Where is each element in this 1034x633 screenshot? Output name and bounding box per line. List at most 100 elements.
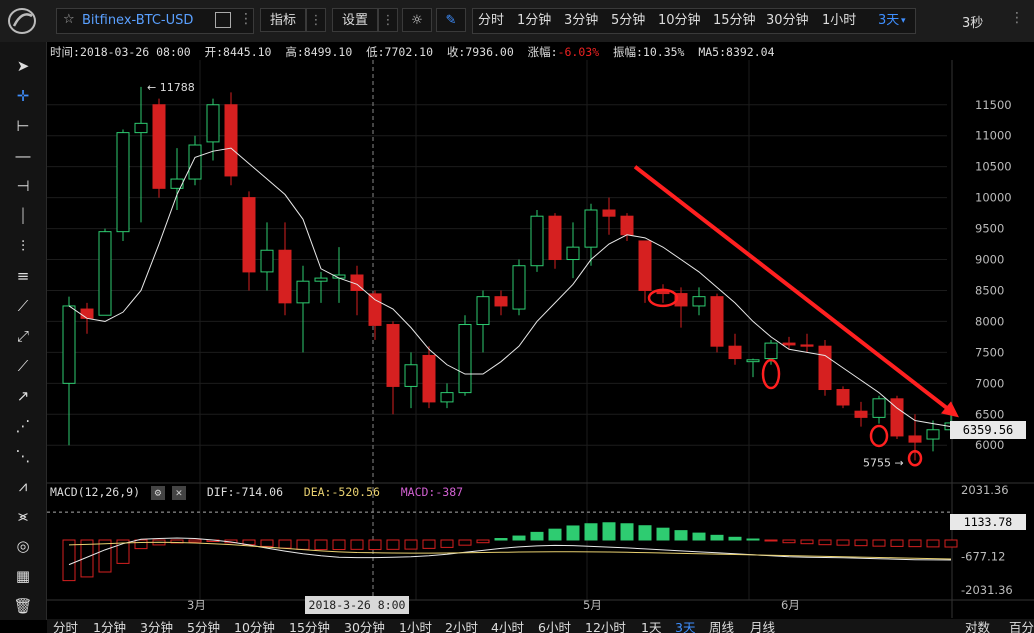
tab-period[interactable]: 分时 — [478, 9, 504, 33]
price-tick-label: 6500 — [975, 407, 1004, 421]
macd-bar — [872, 539, 886, 547]
settings-more-icon[interactable]: ⋮ — [378, 8, 398, 32]
macd-bar — [440, 539, 454, 548]
theme-sun-icon[interactable]: ☼ — [402, 8, 432, 32]
delete-trash-icon[interactable]: 🗑 — [9, 594, 37, 618]
indicator-more-icon[interactable]: ⋮ — [306, 8, 326, 32]
fib-fan-icon[interactable]: ⩘ — [9, 474, 37, 498]
pointer-icon[interactable]: ➤ — [9, 54, 37, 78]
macd-bar — [62, 539, 76, 582]
macd-name: MACD(12,26,9) — [50, 485, 141, 499]
bottom-tab[interactable]: 月线 — [750, 619, 775, 633]
bottom-tab[interactable]: 12小时 — [585, 619, 626, 633]
tab-period[interactable]: 30分钟 — [766, 9, 809, 33]
fib-spiral-icon[interactable]: ◎ — [9, 534, 37, 558]
trend-angle-icon[interactable]: ⤢ — [9, 324, 37, 348]
macd-bar — [512, 535, 526, 541]
period-dropdown-icon[interactable]: ▾ — [901, 9, 906, 33]
price-tick-label: 7000 — [975, 376, 1004, 390]
fib-retracement-icon[interactable]: ⪤ — [9, 504, 37, 528]
macd-close-icon[interactable]: ✕ — [171, 485, 186, 500]
horizontal-line-icon[interactable]: ― — [9, 144, 37, 168]
high-value: 8499.10 — [303, 45, 353, 59]
arrow-icon[interactable]: ↗ — [9, 384, 37, 408]
tab-period[interactable]: 10分钟 — [658, 9, 701, 33]
macd-bar — [188, 539, 202, 543]
tab-period-active[interactable]: 3天 — [878, 9, 899, 33]
favorite-star-icon[interactable]: ☆ — [63, 12, 75, 27]
refresh-interval[interactable]: 3秒 — [962, 12, 983, 31]
tab-period[interactable]: 3分钟 — [564, 9, 598, 33]
candle-body — [260, 249, 274, 273]
macd-bar — [620, 523, 634, 541]
gann-fan-icon[interactable]: ⋱ — [9, 444, 37, 468]
bottom-tab[interactable]: 1天 — [641, 619, 661, 633]
bottom-tab[interactable]: 周线 — [709, 619, 734, 633]
candle-body — [548, 215, 562, 261]
symbol-selector[interactable]: ☆ Bitfinex-BTC-USD ⋮ — [56, 8, 254, 34]
price-line-icon[interactable]: ⫶ — [9, 234, 37, 258]
percent-scale-toggle[interactable]: 百分比 — [1009, 619, 1034, 633]
bottom-tab[interactable]: 分时 — [53, 619, 78, 633]
parallel-channel-icon[interactable]: ≡ — [9, 264, 37, 288]
tab-period[interactable]: 5分钟 — [611, 9, 645, 33]
candle-body — [638, 240, 652, 291]
macd-bar — [800, 539, 814, 545]
macd-bar — [548, 528, 562, 541]
macd-settings-gear-icon[interactable]: ⚙ — [150, 485, 165, 500]
bottom-tab[interactable]: 6小时 — [538, 619, 571, 633]
bottom-tab[interactable]: 2小时 — [445, 619, 478, 633]
macd-bar — [476, 539, 490, 544]
macd-bar — [854, 539, 868, 547]
indicator-button[interactable]: 指标 — [260, 8, 306, 32]
bottom-tab[interactable]: 1分钟 — [93, 619, 126, 633]
bottom-tab[interactable]: 4小时 — [491, 619, 524, 633]
annotation-ellipse — [869, 424, 889, 448]
vertical-line-icon[interactable]: ⏐ — [9, 204, 37, 228]
tab-period[interactable]: 1小时 — [822, 9, 856, 33]
bottom-tab[interactable]: 10分钟 — [234, 619, 275, 633]
candle-body — [188, 144, 202, 180]
more-icon[interactable]: ⋮ — [239, 11, 253, 27]
candle-body — [440, 392, 454, 403]
open-label: 开: — [204, 45, 224, 59]
price-chart[interactable]: 11500 11000 10500 10000 9500 9000 8500 8000 7500… — [47, 60, 1034, 618]
bottom-tab-active[interactable]: 3天 — [675, 619, 695, 633]
macd-tick-label: -677.12 — [961, 550, 1005, 564]
drawing-toolbar: ➤ ✛ ⊢ ― ⊣ ⏐ ⫶ ≡ ⟋ ⤢ ⟋ ↗ ⋰ ⋱ ⩘ ⪤ ◎ ▦ 🗑 — [0, 42, 47, 620]
refresh-more-icon[interactable]: ⋮ — [1010, 10, 1024, 26]
extended-line-icon[interactable]: ⟋ — [9, 354, 37, 378]
price-tick-label: 8000 — [975, 314, 1004, 328]
macd-bar — [404, 539, 418, 550]
trend-line-icon[interactable]: ⟋ — [9, 294, 37, 318]
candle-body — [620, 215, 634, 236]
draw-pen-icon[interactable]: ✎ — [436, 8, 466, 32]
bottom-tab[interactable]: 5分钟 — [187, 619, 220, 633]
price-tick-label: 11000 — [975, 129, 1012, 143]
macd-bar — [314, 539, 328, 551]
tab-period[interactable]: 15分钟 — [713, 9, 756, 33]
macd-bar — [692, 532, 706, 541]
pitchfork-icon[interactable]: ⋰ — [9, 414, 37, 438]
dif-label: DIF: — [206, 485, 235, 499]
segment-icon[interactable]: ⊢ — [9, 114, 37, 138]
bottom-tab[interactable]: 3分钟 — [140, 619, 173, 633]
price-tick-label: 10500 — [975, 160, 1012, 174]
ray-icon[interactable]: ⊣ — [9, 174, 37, 198]
bottom-tab[interactable]: 15分钟 — [289, 619, 330, 633]
symbol-name: Bitfinex-BTC-USD — [82, 13, 194, 28]
log-scale-toggle[interactable]: 对数 — [965, 619, 990, 633]
macd-bar — [386, 539, 400, 550]
crosshair-icon[interactable]: ✛ — [9, 84, 37, 108]
bottom-tab[interactable]: 1小时 — [399, 619, 432, 633]
macd-bar — [584, 523, 598, 541]
expand-icon[interactable] — [215, 12, 231, 28]
measure-icon[interactable]: ▦ — [9, 564, 37, 588]
macd-bar — [350, 539, 364, 550]
price-tick-label: 7500 — [975, 345, 1004, 359]
tab-period[interactable]: 1分钟 — [517, 9, 551, 33]
candle-body — [62, 305, 76, 384]
bottom-tab[interactable]: 30分钟 — [344, 619, 385, 633]
settings-button[interactable]: 设置 — [332, 8, 378, 32]
macd-bar — [566, 525, 580, 541]
